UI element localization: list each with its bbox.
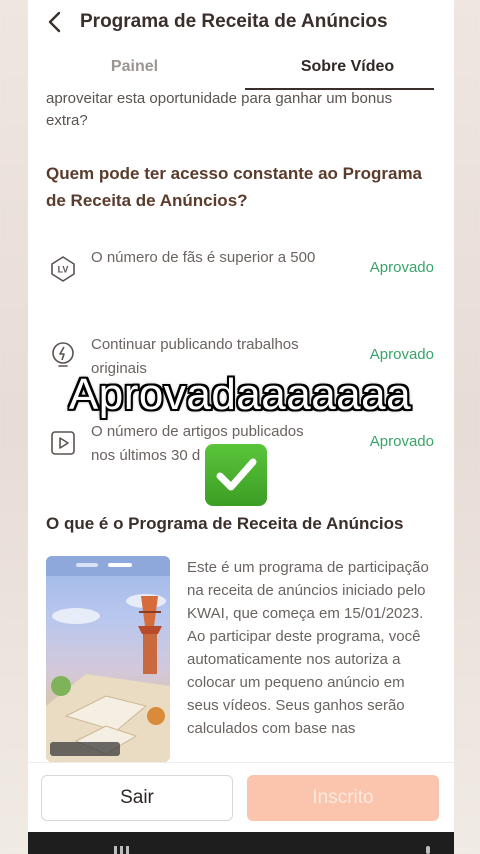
eligibility-question: Quem pode ter acesso constante ao Progra… bbox=[46, 164, 423, 210]
status-approved: Aprovado bbox=[369, 433, 434, 450]
tab-bar: Painel Sobre Vídeo bbox=[28, 52, 454, 90]
recent-apps-icon-bar bbox=[126, 846, 129, 854]
system-nav-bar bbox=[28, 832, 454, 854]
back-nav-icon[interactable] bbox=[426, 846, 430, 854]
lightbulb-icon bbox=[48, 341, 78, 371]
intro-text: aproveitar esta oportunidade para ganhar… bbox=[46, 90, 393, 129]
exit-button[interactable]: Sair bbox=[41, 775, 233, 821]
about-program-title: O que é o Programa de Receita de Anúncio… bbox=[46, 514, 404, 533]
blurred-background-right bbox=[454, 0, 480, 854]
overlay-caption: Aprovadaaaaaaa bbox=[68, 370, 412, 419]
app-screen: Programa de Receita de Anúncios Painel S… bbox=[28, 0, 454, 854]
svg-text:LV: LV bbox=[58, 265, 69, 275]
recent-apps-icon-bar bbox=[120, 846, 123, 854]
tab-painel[interactable]: Painel bbox=[28, 52, 241, 90]
back-button[interactable] bbox=[28, 0, 80, 44]
program-video-thumbnail[interactable] bbox=[46, 556, 170, 762]
requirement-text: O número de fãs é superior a 500 bbox=[91, 249, 316, 266]
subscribed-button[interactable]: Inscrito bbox=[247, 775, 439, 821]
blurred-background-left bbox=[0, 0, 28, 854]
action-bar: Sair Inscrito bbox=[28, 762, 454, 832]
status-approved: Aprovado bbox=[369, 346, 434, 363]
header: Programa de Receita de Anúncios bbox=[28, 0, 454, 44]
main-content: aproveitar esta oportunidade para ganhar… bbox=[46, 88, 436, 214]
status-approved: Aprovado bbox=[369, 259, 434, 276]
chevron-left-icon bbox=[48, 11, 61, 33]
about-program-description: Este é um programa de participação na re… bbox=[187, 559, 429, 737]
tab-sobre-video[interactable]: Sobre Vídeo bbox=[241, 52, 454, 90]
lv-badge-icon: LV bbox=[48, 254, 78, 284]
recent-apps-icon[interactable] bbox=[114, 846, 117, 854]
page-title: Programa de Receita de Anúncios bbox=[80, 11, 388, 32]
play-video-icon bbox=[48, 428, 78, 458]
check-mark-icon bbox=[205, 444, 267, 506]
